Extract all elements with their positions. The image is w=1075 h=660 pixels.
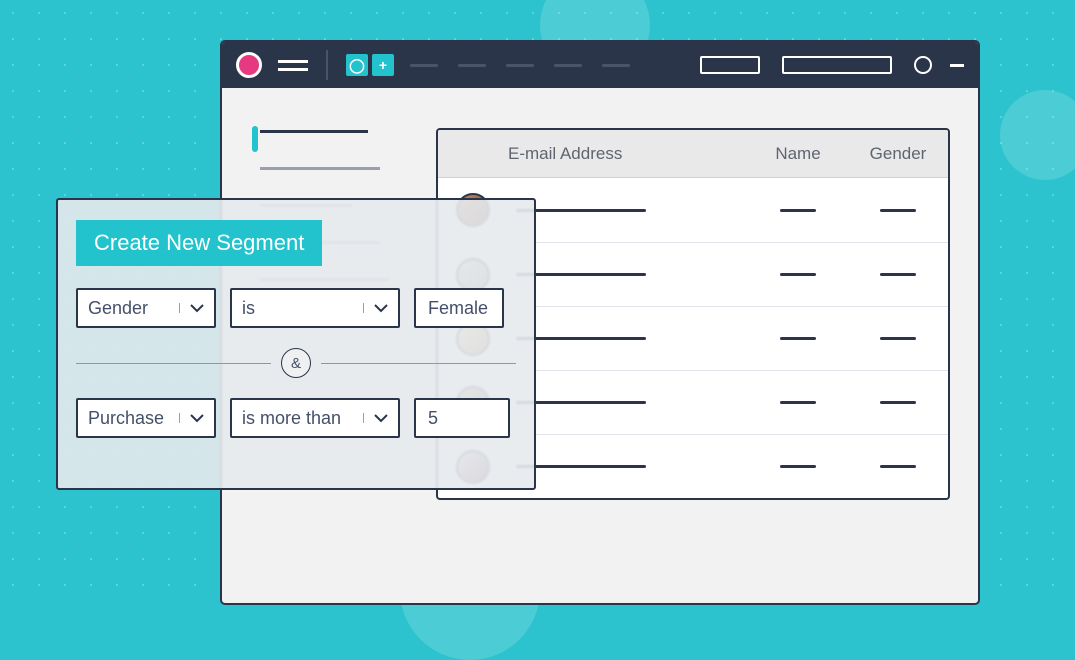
table-header-name: Name [748, 144, 848, 164]
sidebar-item[interactable] [260, 167, 380, 170]
gender-placeholder [880, 337, 916, 340]
name-placeholder [780, 337, 816, 340]
condition-joiner: & [76, 348, 516, 378]
toolbar-field[interactable] [782, 56, 892, 74]
operator-select-label: is more than [242, 408, 353, 429]
table-header-gender: Gender [848, 144, 948, 164]
value-input[interactable]: Female [414, 288, 504, 328]
toolbar-field[interactable] [700, 56, 760, 74]
value-input-text: Female [428, 298, 488, 319]
field-select-label: Purchase [88, 408, 169, 429]
value-input[interactable]: 5 [414, 398, 510, 438]
decorative-bubble [1000, 90, 1075, 180]
name-placeholder [780, 465, 816, 468]
toolbar-item[interactable] [602, 64, 630, 67]
gender-placeholder [880, 465, 916, 468]
divider [326, 50, 328, 80]
toolbar-button-circle[interactable]: ◯ [346, 54, 368, 76]
create-segment-button[interactable]: Create New Segment [76, 220, 322, 266]
chevron-down-icon [363, 413, 388, 423]
toolbar-button-plus[interactable]: + [372, 54, 394, 76]
toolbar-quick-buttons: ◯ + [346, 54, 394, 76]
sidebar-item[interactable] [260, 130, 368, 133]
field-select[interactable]: Purchase [76, 398, 216, 438]
toolbar-item[interactable] [410, 64, 438, 67]
and-badge[interactable]: & [281, 348, 311, 378]
chevron-down-icon [179, 303, 204, 313]
toolbar-item[interactable] [458, 64, 486, 67]
operator-select-label: is [242, 298, 353, 319]
name-placeholder [780, 401, 816, 404]
segment-builder-panel: Create New Segment Gender is Female & Pu… [56, 198, 536, 490]
profile-icon[interactable] [914, 56, 932, 74]
operator-select[interactable]: is more than [230, 398, 400, 438]
value-input-text: 5 [428, 408, 438, 429]
brand-dot-icon [236, 52, 262, 78]
table-header: E-mail Address Name Gender [438, 130, 948, 178]
table-header-email: E-mail Address [508, 144, 748, 164]
sidebar-active-indicator [252, 126, 258, 152]
name-placeholder [780, 209, 816, 212]
toolbar-item[interactable] [506, 64, 534, 67]
name-placeholder [780, 273, 816, 276]
hamburger-icon[interactable] [278, 60, 308, 71]
gender-placeholder [880, 401, 916, 404]
chevron-down-icon [179, 413, 204, 423]
condition-row: Purchase is more than 5 [76, 398, 516, 438]
chevron-down-icon [363, 303, 388, 313]
minimize-icon[interactable] [950, 64, 964, 67]
condition-row: Gender is Female [76, 288, 516, 328]
titlebar: ◯ + [222, 42, 978, 88]
toolbar-item[interactable] [554, 64, 582, 67]
field-select[interactable]: Gender [76, 288, 216, 328]
field-select-label: Gender [88, 298, 169, 319]
gender-placeholder [880, 273, 916, 276]
gender-placeholder [880, 209, 916, 212]
operator-select[interactable]: is [230, 288, 400, 328]
